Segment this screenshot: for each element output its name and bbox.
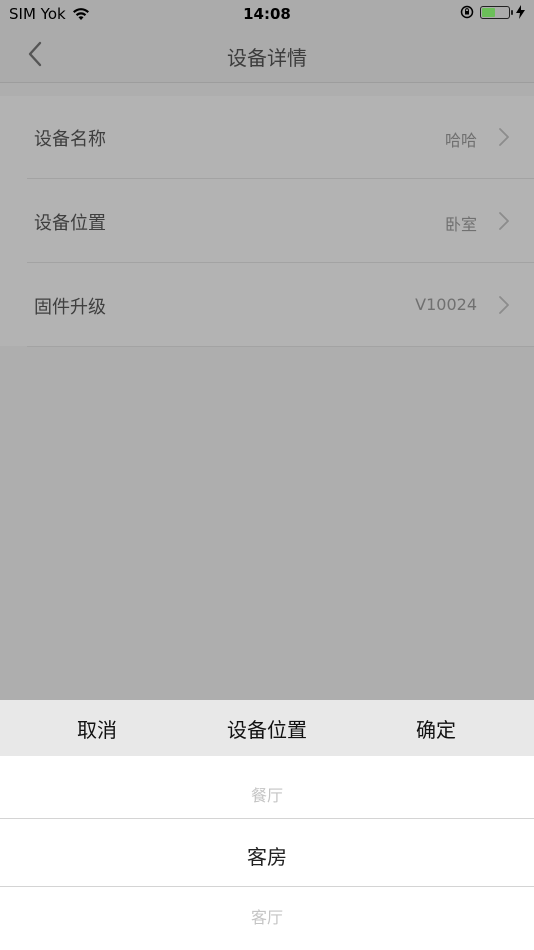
status-bar: SIM Yok 14:08 bbox=[0, 0, 534, 28]
row-label: 设备位置 bbox=[34, 213, 106, 234]
cancel-button[interactable]: 取消 bbox=[77, 714, 117, 743]
picker-selection-line-top bbox=[0, 818, 534, 819]
picker-selection-line-bottom bbox=[0, 886, 534, 887]
row-label: 设备名称 bbox=[34, 129, 106, 150]
row-firmware-upgrade[interactable]: 固件升级 V10024 bbox=[0, 264, 534, 347]
chevron-right-icon bbox=[499, 212, 509, 230]
row-device-name[interactable]: 设备名称 哈哈 bbox=[0, 96, 534, 179]
status-right bbox=[460, 5, 525, 19]
row-device-location[interactable]: 设备位置 卧室 bbox=[0, 180, 534, 263]
picker-option[interactable]: 客厅 bbox=[0, 904, 534, 928]
chevron-right-icon bbox=[499, 128, 509, 146]
nav-bar: 设备详情 bbox=[0, 28, 534, 83]
rotation-lock-icon bbox=[460, 5, 474, 19]
status-time: 14:08 bbox=[243, 5, 291, 23]
picker-option-selected[interactable]: 客房 bbox=[0, 841, 534, 870]
row-value: 卧室 bbox=[444, 215, 477, 234]
row-value: V10024 bbox=[415, 295, 477, 314]
picker-toolbar: 设备位置 取消 确定 bbox=[0, 700, 534, 756]
settings-list: 设备名称 哈哈 设备位置 卧室 固件升级 V10024 bbox=[0, 96, 534, 347]
row-divider bbox=[27, 262, 534, 263]
page-title: 设备详情 bbox=[227, 46, 307, 70]
battery-fill bbox=[482, 7, 495, 17]
battery-icon bbox=[480, 5, 513, 19]
chevron-right-icon bbox=[499, 296, 509, 314]
picker-option[interactable]: 餐厅 bbox=[0, 782, 534, 806]
row-label: 固件升级 bbox=[34, 297, 106, 318]
row-value: 哈哈 bbox=[444, 131, 477, 150]
location-picker: 设备位置 取消 确定 餐厅 客房 客厅 bbox=[0, 700, 534, 950]
row-divider bbox=[27, 346, 534, 347]
charging-icon bbox=[516, 5, 525, 19]
confirm-button[interactable]: 确定 bbox=[416, 714, 456, 743]
row-divider bbox=[27, 178, 534, 179]
